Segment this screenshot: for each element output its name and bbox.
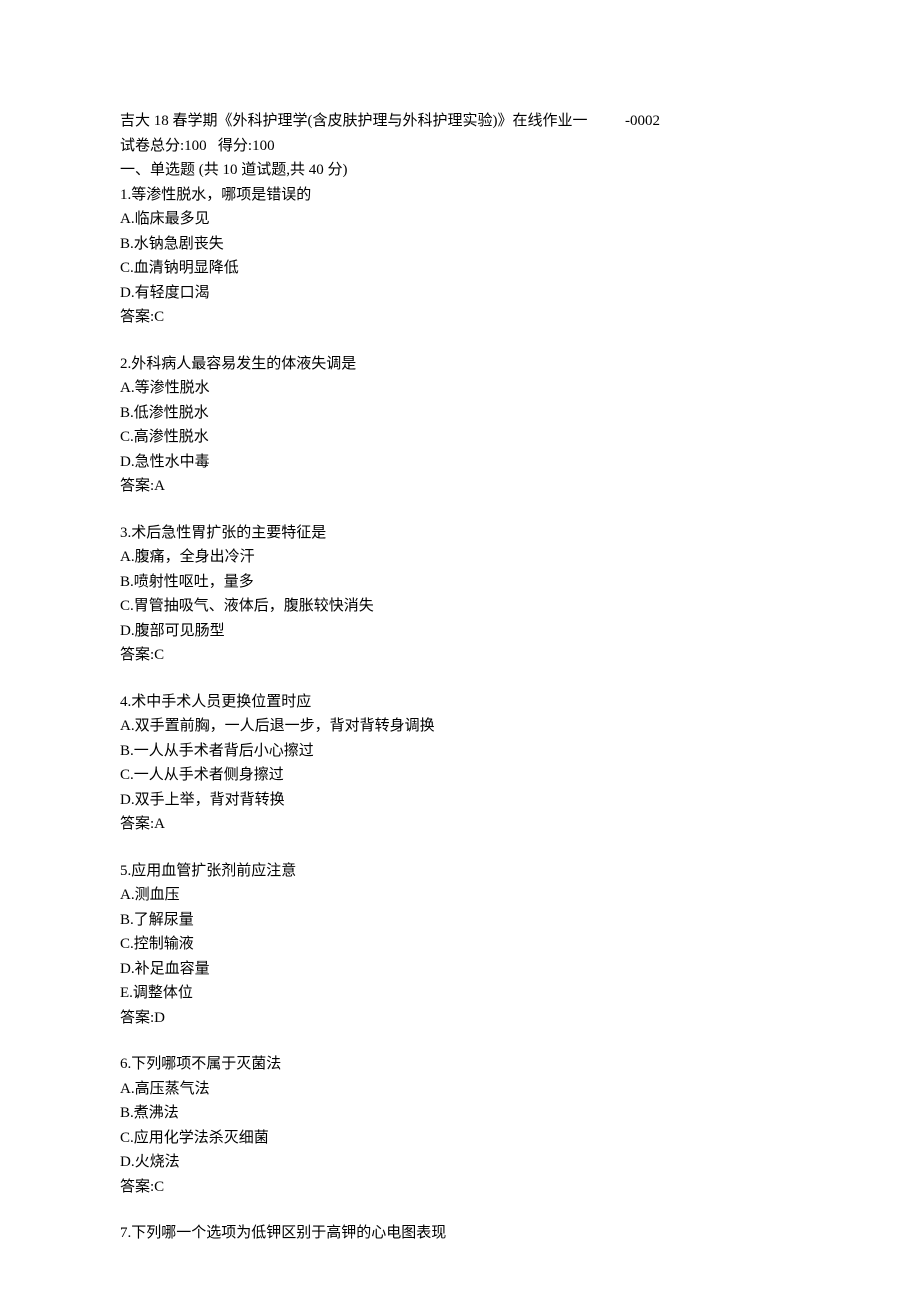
question-option: E.调整体位 (120, 982, 800, 1005)
spacer (120, 838, 800, 860)
document-code: -0002 (625, 113, 660, 129)
question-option: A.临床最多见 (120, 208, 800, 231)
question-option: C.胃管抽吸气、液体后，腹胀较快消失 (120, 595, 800, 618)
question-option: B.喷射性呕吐，量多 (120, 571, 800, 594)
questions-container: 1.等渗性脱水，哪项是错误的A.临床最多见B.水钠急剧丧失C.血清钠明显降低D.… (120, 184, 800, 1245)
question-text: 1.等渗性脱水，哪项是错误的 (120, 184, 800, 207)
question-text: 5.应用血管扩张剂前应注意 (120, 860, 800, 883)
question-option: A.双手置前胸，一人后退一步，背对背转身调换 (120, 715, 800, 738)
score-label: 得分: (218, 138, 252, 154)
question-option: A.测血压 (120, 884, 800, 907)
spacer (120, 500, 800, 522)
question-option: C.控制输液 (120, 933, 800, 956)
question-option: B.低渗性脱水 (120, 402, 800, 425)
question: 2.外科病人最容易发生的体液失调是A.等渗性脱水B.低渗性脱水C.高渗性脱水D.… (120, 353, 800, 498)
question-text: 2.外科病人最容易发生的体液失调是 (120, 353, 800, 376)
question-option: D.急性水中毒 (120, 451, 800, 474)
question-text: 6.下列哪项不属于灭菌法 (120, 1053, 800, 1076)
question-answer: 答案:D (120, 1007, 800, 1030)
question: 5.应用血管扩张剂前应注意A.测血压B.了解尿量C.控制输液D.补足血容量E.调… (120, 860, 800, 1030)
question-option: C.应用化学法杀灭细菌 (120, 1127, 800, 1150)
question-option: D.双手上举，背对背转换 (120, 789, 800, 812)
question-option: B.了解尿量 (120, 909, 800, 932)
question: 6.下列哪项不属于灭菌法A.高压蒸气法B.煮沸法C.应用化学法杀灭细菌D.火烧法… (120, 1053, 800, 1198)
question: 7.下列哪一个选项为低钾区别于高钾的心电图表现 (120, 1222, 800, 1245)
question-answer: 答案:C (120, 1176, 800, 1199)
question-option: A.高压蒸气法 (120, 1078, 800, 1101)
question-answer: 答案:A (120, 475, 800, 498)
question-option: C.一人从手术者侧身擦过 (120, 764, 800, 787)
document-title: 吉大 18 春学期《外科护理学(含皮肤护理与外科护理实验)》在线作业一 (120, 113, 588, 129)
spacer (120, 1200, 800, 1222)
question-option: B.煮沸法 (120, 1102, 800, 1125)
question-option: D.火烧法 (120, 1151, 800, 1174)
document-header: 吉大 18 春学期《外科护理学(含皮肤护理与外科护理实验)》在线作业一 -000… (120, 110, 800, 133)
question-option: D.腹部可见肠型 (120, 620, 800, 643)
question-option: B.一人从手术者背后小心擦过 (120, 740, 800, 763)
question-text: 3.术后急性胃扩张的主要特征是 (120, 522, 800, 545)
question-answer: 答案:A (120, 813, 800, 836)
total-value: 100 (184, 138, 207, 154)
total-label: 试卷总分: (120, 138, 184, 154)
question-text: 4.术中手术人员更换位置时应 (120, 691, 800, 714)
question-option: A.腹痛，全身出冷汗 (120, 546, 800, 569)
spacer (120, 1031, 800, 1053)
spacer (120, 669, 800, 691)
question: 4.术中手术人员更换位置时应A.双手置前胸，一人后退一步，背对背转身调换B.一人… (120, 691, 800, 836)
question-option: A.等渗性脱水 (120, 377, 800, 400)
spacer (120, 331, 800, 353)
section-title: 一、单选题 (共 10 道试题,共 40 分) (120, 159, 800, 182)
question-option: C.血清钠明显降低 (120, 257, 800, 280)
score-meta: 试卷总分:100 得分:100 (120, 135, 800, 158)
question: 1.等渗性脱水，哪项是错误的A.临床最多见B.水钠急剧丧失C.血清钠明显降低D.… (120, 184, 800, 329)
score-value: 100 (252, 138, 275, 154)
question-option: D.有轻度口渴 (120, 282, 800, 305)
question-answer: 答案:C (120, 644, 800, 667)
question-answer: 答案:C (120, 306, 800, 329)
question: 3.术后急性胃扩张的主要特征是A.腹痛，全身出冷汗B.喷射性呕吐，量多C.胃管抽… (120, 522, 800, 667)
question-text: 7.下列哪一个选项为低钾区别于高钾的心电图表现 (120, 1222, 800, 1245)
question-option: C.高渗性脱水 (120, 426, 800, 449)
question-option: D.补足血容量 (120, 958, 800, 981)
question-option: B.水钠急剧丧失 (120, 233, 800, 256)
